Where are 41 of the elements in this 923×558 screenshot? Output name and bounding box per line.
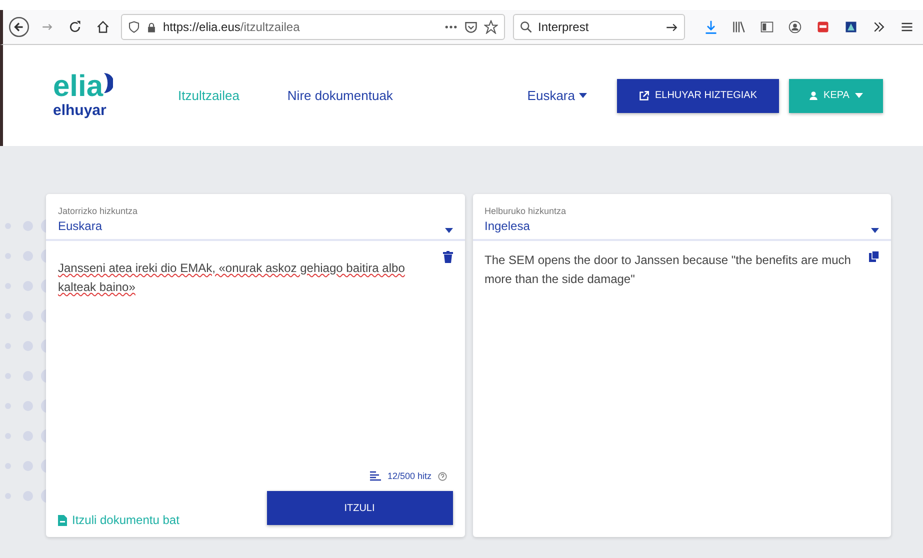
language-menu[interactable]: Euskara	[527, 88, 587, 103]
translation-text: The SEM opens the door to Janssen because "the benefits are much more than the side damage"	[484, 252, 852, 288]
star-icon[interactable]	[484, 20, 498, 34]
address-bar[interactable]: https://elia.eus/itzultzailea	[121, 14, 505, 40]
menu-icon[interactable]	[900, 20, 914, 34]
source-text-input[interactable]: Jansseni atea ireki dio EMAk, «onurak askoz gehiago baitira albo kalteak baino»	[58, 259, 434, 298]
copy-icon[interactable]	[869, 251, 879, 262]
lock-icon[interactable]	[146, 22, 157, 32]
external-link-icon	[638, 90, 649, 100]
dropdown-caret-icon	[444, 228, 452, 233]
extension-icon[interactable]	[816, 20, 830, 34]
caret-icon	[855, 93, 864, 98]
library-icon[interactable]	[732, 20, 746, 34]
document-icon	[58, 514, 67, 526]
caret-icon	[579, 93, 587, 98]
trash-icon[interactable]	[442, 251, 452, 263]
logo-subtitle: elhuyar	[53, 102, 108, 119]
text-lines-icon	[370, 471, 382, 481]
user-icon	[808, 91, 818, 100]
overflow-icon[interactable]	[872, 20, 886, 34]
extension-icon[interactable]	[844, 20, 858, 34]
dictionaries-button[interactable]: ELHUYAR HIZTEGIAK	[617, 78, 779, 112]
source-language-select[interactable]: Jatorrizko hizkuntza Euskara	[46, 194, 464, 241]
nav-link[interactable]: Nire dokumentuak	[287, 88, 393, 103]
help-icon[interactable]	[438, 472, 446, 480]
shield-icon[interactable]	[128, 21, 140, 33]
home-icon[interactable]	[96, 20, 110, 34]
account-icon[interactable]	[788, 20, 802, 34]
search-field[interactable]: Interprest	[513, 14, 685, 40]
download-icon[interactable]	[704, 20, 718, 34]
logo-arc-icon	[103, 72, 114, 94]
target-language-select[interactable]: Helburuko hizkuntza Ingelesa	[472, 194, 891, 241]
translate-button[interactable]: ITZULI	[266, 491, 452, 525]
search-icon	[520, 21, 532, 33]
sidebar-icon[interactable]	[760, 20, 774, 34]
url-text: https://elia.eus/itzultzailea	[163, 20, 300, 34]
pocket-icon[interactable]	[464, 20, 478, 34]
dropdown-caret-icon	[871, 228, 879, 233]
back-icon[interactable]	[9, 17, 29, 37]
word-count: 12/500 hitz	[387, 471, 432, 481]
reload-icon[interactable]	[68, 20, 82, 34]
